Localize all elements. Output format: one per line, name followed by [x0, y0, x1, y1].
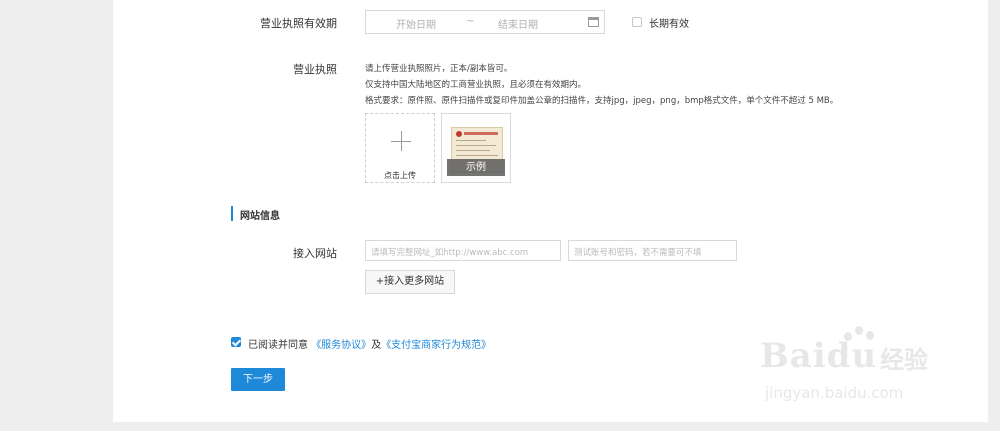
- long-term-checkbox[interactable]: [632, 17, 642, 27]
- test-account-input[interactable]: 测试账号和密码，若不需要可不填: [568, 240, 737, 261]
- end-date-placeholder[interactable]: 结束日期: [498, 16, 538, 31]
- watermark-url: jingyan.baidu.com: [765, 384, 904, 402]
- agreement-text: 已阅读并同意 《服务协议》及《支付宝商家行为规范》: [248, 336, 491, 351]
- service-agreement-link[interactable]: 《服务协议》: [311, 340, 371, 351]
- upload-button[interactable]: 点击上传: [365, 113, 435, 183]
- website-url-input[interactable]: 请填写完整网址_如http://www.abc.com: [365, 240, 561, 261]
- license-hint-2: 仅支持中国大陆地区的工商营业执照，且必须在有效期内。: [365, 80, 587, 90]
- watermark-cn: 经验: [880, 346, 928, 374]
- watermark-brand: Baidu: [760, 336, 878, 376]
- baidu-watermark: Baidu 经验 jingyan.baidu.com: [760, 318, 960, 413]
- license-hint-1: 请上传营业执照照片，正本/副本皆可。: [365, 64, 513, 74]
- add-more-website-button[interactable]: +接入更多网站: [365, 270, 455, 294]
- license-label: 营业执照: [293, 63, 337, 76]
- merchant-rules-link[interactable]: 《支付宝商家行为规范》: [381, 340, 491, 351]
- agreement-prefix: 已阅读并同意: [248, 340, 308, 351]
- date-separator: ~: [466, 16, 475, 27]
- start-date-placeholder[interactable]: 开始日期: [396, 16, 436, 31]
- agreement-conj: 及: [371, 340, 382, 351]
- agreement-checkbox[interactable]: [231, 337, 241, 347]
- calendar-icon[interactable]: [588, 17, 599, 27]
- next-step-button[interactable]: 下一步: [231, 368, 285, 391]
- upload-label: 点击上传: [384, 171, 416, 180]
- date-range-picker[interactable]: 开始日期 ~ 结束日期: [365, 10, 605, 34]
- license-hint-3: 格式要求：原件照、原件扫描件或复印件加盖公章的扫描件，支持jpg，jpeg，pn…: [365, 96, 839, 106]
- long-term-label: 长期有效: [649, 19, 689, 30]
- example-thumbnail[interactable]: 示例: [441, 113, 511, 183]
- license-validity-label: 营业执照有效期: [260, 17, 337, 30]
- access-website-label: 接入网站: [293, 247, 337, 260]
- website-section-title: 网站信息: [240, 211, 280, 222]
- section-accent-bar: [231, 206, 233, 221]
- example-label: 示例: [447, 159, 505, 176]
